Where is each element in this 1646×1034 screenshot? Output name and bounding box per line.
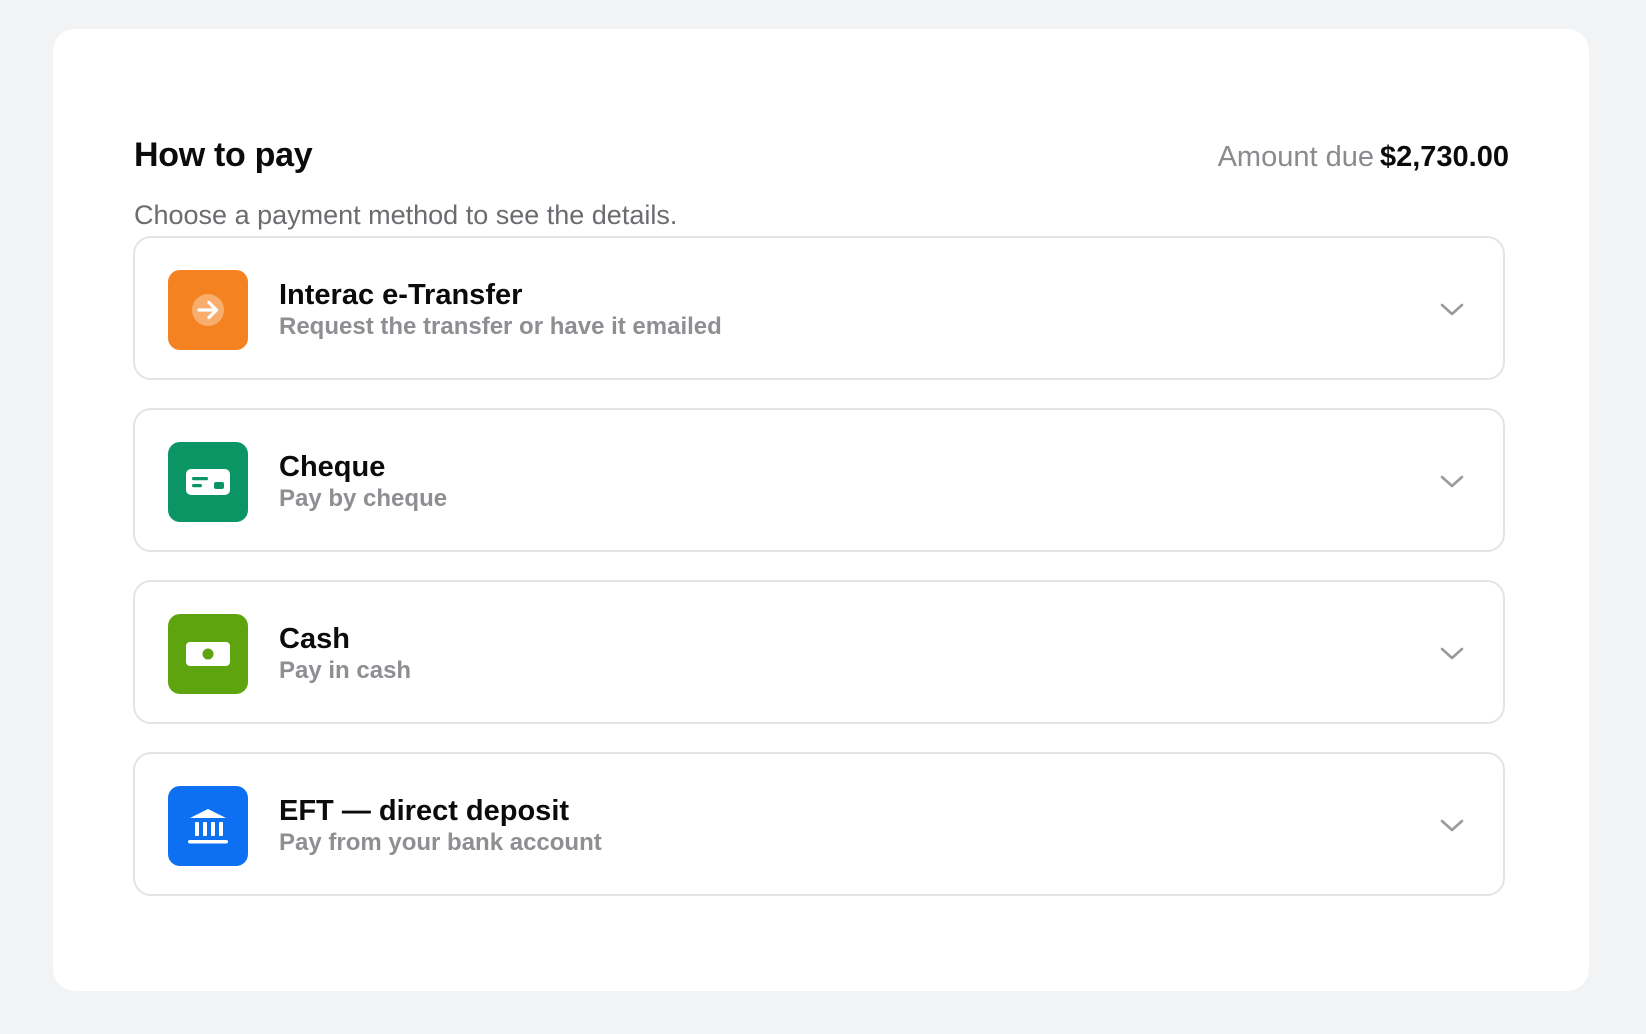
- payment-method-description: Pay in cash: [279, 657, 412, 684]
- payment-method-cheque[interactable]: Cheque Pay by cheque: [133, 408, 1505, 552]
- payment-method-description: Pay from your bank account: [279, 829, 602, 856]
- chevron-down-icon[interactable]: [1437, 467, 1467, 497]
- chevron-down-icon[interactable]: [1437, 295, 1467, 325]
- payment-method-label: EFT — direct deposit: [279, 795, 570, 827]
- amount-due: Amount due $2,730.00: [1218, 140, 1509, 174]
- payment-method-cash[interactable]: Cash Pay in cash: [133, 580, 1505, 724]
- payment-method-interac[interactable]: Interac e-Transfer Request the transfer …: [133, 236, 1505, 380]
- banknote-icon: [168, 614, 248, 694]
- payment-method-label: Cheque: [279, 451, 386, 483]
- payment-method-label: Interac e-Transfer: [279, 279, 523, 311]
- amount-due-value: $2,730.00: [1379, 141, 1509, 173]
- amount-due-label: Amount due: [1217, 141, 1374, 173]
- arrow-right-circle-icon: [168, 270, 248, 350]
- chevron-down-icon[interactable]: [1437, 811, 1467, 841]
- payment-method-label: Cash: [279, 623, 350, 655]
- chevron-down-icon[interactable]: [1437, 639, 1467, 669]
- cheque-icon: [168, 442, 248, 522]
- payment-card: How to pay Amount due $2,730.00 Choose a …: [53, 29, 1589, 991]
- payment-method-description: Pay by cheque: [279, 485, 448, 512]
- payment-method-eft[interactable]: EFT — direct deposit Pay from your bank …: [133, 752, 1505, 896]
- payment-method-description: Request the transfer or have it emailed: [279, 313, 722, 340]
- bank-icon: [168, 786, 248, 866]
- page-title: How to pay: [134, 136, 313, 174]
- page-subtitle: Choose a payment method to see the detai…: [134, 200, 678, 230]
